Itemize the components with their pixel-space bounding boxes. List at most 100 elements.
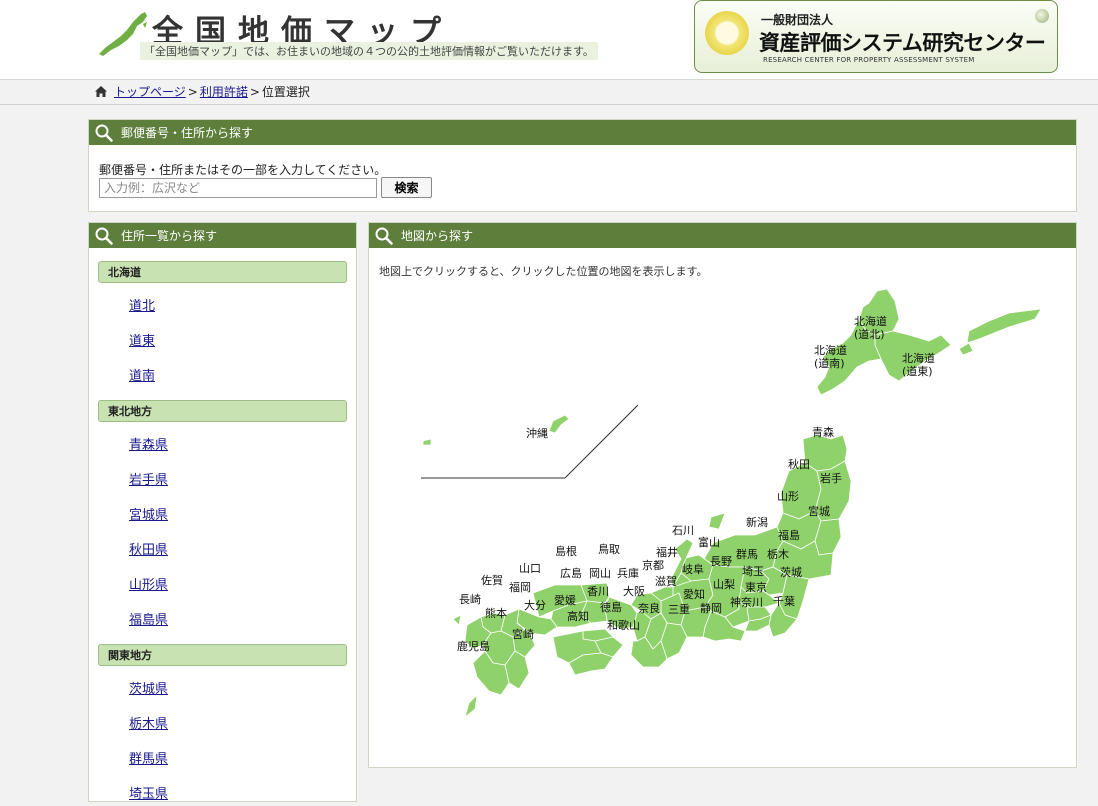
label-osaka: 大阪 — [623, 584, 645, 598]
label-tokushima: 徳島 — [600, 600, 622, 614]
label-nara: 奈良 — [638, 601, 660, 615]
breadcrumb-license-link[interactable]: 利用許諾 — [200, 83, 248, 100]
pref-link-yamagata[interactable]: 山形県 — [129, 574, 356, 597]
label-okayama: 岡山 — [589, 567, 611, 580]
region-header-tohoku: 東北地方 — [98, 400, 347, 422]
map-region-okinawa[interactable] — [548, 414, 570, 434]
site-tagline: 「全国地価マップ」では、お住まいの地域の４つの公的土地評価情報がご覧いただけます… — [140, 42, 598, 60]
label-fukui: 福井 — [656, 545, 678, 559]
org-english-name: RESEARCH CENTER FOR PROPERTY ASSESSMENT … — [763, 56, 975, 64]
pref-link-akita[interactable]: 秋田県 — [129, 539, 356, 562]
pref-link-tochigi[interactable]: 栃木県 — [129, 713, 356, 736]
search-button[interactable]: 検索 — [381, 177, 432, 198]
label-hyogo: 兵庫 — [617, 566, 639, 580]
label-kanagawa: 神奈川 — [730, 595, 763, 609]
site-header: 全国地価マップ 「全国地価マップ」では、お住まいの地域の４つの公的土地評価情報が… — [0, 0, 1098, 80]
rcpas-dot-icon — [1035, 9, 1049, 23]
pref-link-donan[interactable]: 道南 — [129, 365, 356, 388]
magnifier-icon — [95, 227, 113, 245]
pref-link-miyagi[interactable]: 宮城県 — [129, 504, 356, 527]
address-list-header: 住所一覧から探す — [89, 223, 356, 248]
label-fukushima: 福島 — [778, 528, 800, 542]
address-list: 北海道 道北 道東 道南 東北地方 青森県 岩手県 宮城県 秋田県 山形県 福島… — [89, 249, 356, 806]
japan-map[interactable]: 北海道 (道北) 北海道 (道南) 北海道 (道東) 沖縄 青森 秋田 岩手 山… — [369, 249, 1076, 767]
label-miyagi: 宮城 — [808, 504, 830, 518]
label-yamagata: 山形 — [777, 490, 799, 503]
pref-link-aomori[interactable]: 青森県 — [129, 434, 356, 457]
breadcrumb-divider — [0, 104, 1098, 105]
label-fukuoka: 福岡 — [509, 580, 531, 594]
region-header-kanto: 関東地方 — [98, 644, 347, 666]
label-wakayama: 和歌山 — [607, 618, 640, 632]
label-doto: 北海道 — [902, 351, 935, 365]
label-kumamoto: 熊本 — [485, 606, 507, 620]
label-kagawa: 香川 — [587, 585, 609, 598]
magnifier-icon — [95, 124, 113, 142]
label-tottori: 鳥取 — [598, 542, 620, 556]
breadcrumb: トップページ > 利用許諾 > 位置選択 — [94, 83, 310, 100]
map-search-panel: 地図から探す 地図上でクリックすると、クリックした位置の地図を表示します。 北海… — [368, 222, 1077, 768]
rcpas-banner-link[interactable]: 一般財団法人 資産評価システム研究センター RESEARCH CENTER FO… — [694, 0, 1058, 73]
pref-link-iwate[interactable]: 岩手県 — [129, 469, 356, 492]
label-okinawa: 沖縄 — [526, 426, 548, 440]
label-dohoku: 北海道 — [854, 314, 887, 328]
label-donan: 北海道 — [814, 343, 847, 357]
pref-link-saitama[interactable]: 埼玉県 — [129, 783, 356, 806]
label-aichi: 愛知 — [683, 587, 705, 601]
breadcrumb-separator: > — [249, 84, 260, 99]
map-island-amami — [464, 694, 478, 718]
label-gifu: 岐阜 — [682, 563, 704, 576]
label-dohoku-sub: (道北) — [854, 327, 885, 341]
magnifier-icon — [375, 227, 393, 245]
label-akita: 秋田 — [788, 457, 810, 471]
label-saitama: 埼玉 — [742, 564, 764, 578]
label-yamanashi: 山梨 — [713, 577, 735, 591]
label-mie: 三重 — [668, 602, 690, 616]
map-search-header: 地図から探す — [369, 223, 1076, 248]
label-ibaraki: 茨城 — [780, 565, 802, 579]
label-aomori: 青森 — [812, 425, 834, 439]
label-hiroshima: 広島 — [560, 566, 582, 580]
pref-link-dohoku[interactable]: 道北 — [129, 295, 356, 318]
label-miyazaki: 宮崎 — [512, 627, 534, 641]
org-type: 一般財団法人 — [761, 13, 834, 27]
address-search-input[interactable] — [99, 178, 377, 198]
map-island-okinawa-west — [422, 438, 432, 446]
map-search-title: 地図から探す — [401, 229, 474, 243]
okinawa-inset-line — [564, 404, 639, 479]
label-niigata: 新潟 — [746, 515, 768, 529]
label-kagoshima: 鹿児島 — [457, 639, 490, 653]
label-shimane: 島根 — [555, 544, 577, 558]
breadcrumb-top-link[interactable]: トップページ — [114, 83, 186, 100]
label-yamaguchi: 山口 — [519, 562, 541, 575]
home-icon — [95, 86, 107, 97]
label-toyama: 富山 — [698, 535, 720, 549]
region-header-hokkaido: 北海道 — [98, 261, 347, 283]
breadcrumb-separator: > — [187, 84, 198, 99]
pref-link-gunma[interactable]: 群馬県 — [129, 748, 356, 771]
address-list-panel: 住所一覧から探す 北海道 道北 道東 道南 東北地方 青森県 岩手県 宮城県 秋… — [88, 222, 357, 802]
label-ehime: 愛媛 — [554, 593, 576, 607]
pref-link-doto[interactable]: 道東 — [129, 330, 356, 353]
postal-search-panel: 郵便番号・住所から探す 郵便番号・住所またはその一部を入力してください。 検索 — [88, 119, 1077, 212]
label-gunma: 群馬 — [736, 547, 758, 561]
label-shiga: 滋賀 — [655, 575, 677, 588]
label-iwate: 岩手 — [820, 471, 842, 485]
label-oita: 大分 — [524, 598, 546, 612]
label-saga: 佐賀 — [481, 573, 503, 587]
map-island-hokkaido-east2 — [958, 342, 974, 356]
postal-search-description: 郵便番号・住所またはその一部を入力してください。 — [99, 163, 387, 177]
label-shizuoka: 静岡 — [700, 601, 722, 615]
pref-link-fukushima[interactable]: 福島県 — [129, 609, 356, 632]
rcpas-emblem-icon — [705, 11, 749, 55]
breadcrumb-current: 位置選択 — [261, 85, 310, 99]
map-island-goto — [452, 614, 462, 626]
label-ishikawa: 石川 — [672, 524, 694, 537]
label-nagasaki: 長崎 — [459, 592, 481, 606]
address-list-title: 住所一覧から探す — [121, 229, 218, 243]
postal-search-header: 郵便番号・住所から探す — [89, 120, 1076, 145]
label-kochi: 高知 — [567, 609, 589, 623]
postal-search-title: 郵便番号・住所から探す — [121, 126, 254, 140]
map-island-hokkaido-east — [966, 308, 1042, 344]
pref-link-ibaraki[interactable]: 茨城県 — [129, 678, 356, 701]
